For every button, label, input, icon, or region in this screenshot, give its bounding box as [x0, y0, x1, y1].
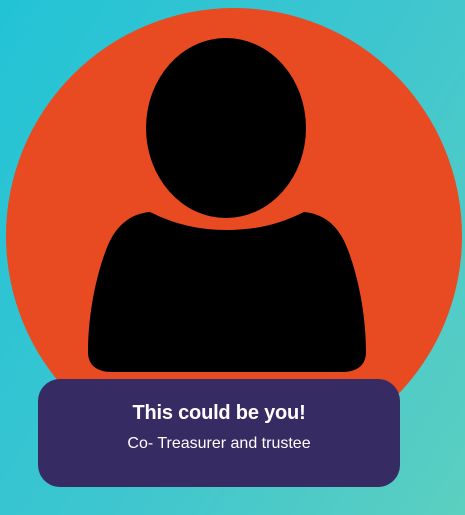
- profile-card: This could be you! Co- Treasurer and tru…: [0, 0, 465, 515]
- silhouette-body: [88, 212, 366, 372]
- caption-title: This could be you!: [132, 402, 306, 424]
- role-label: Co- Treasurer and trustee: [127, 435, 311, 452]
- caption-box: This could be you! Co- Treasurer and tru…: [38, 379, 400, 487]
- silhouette-head: [146, 38, 306, 218]
